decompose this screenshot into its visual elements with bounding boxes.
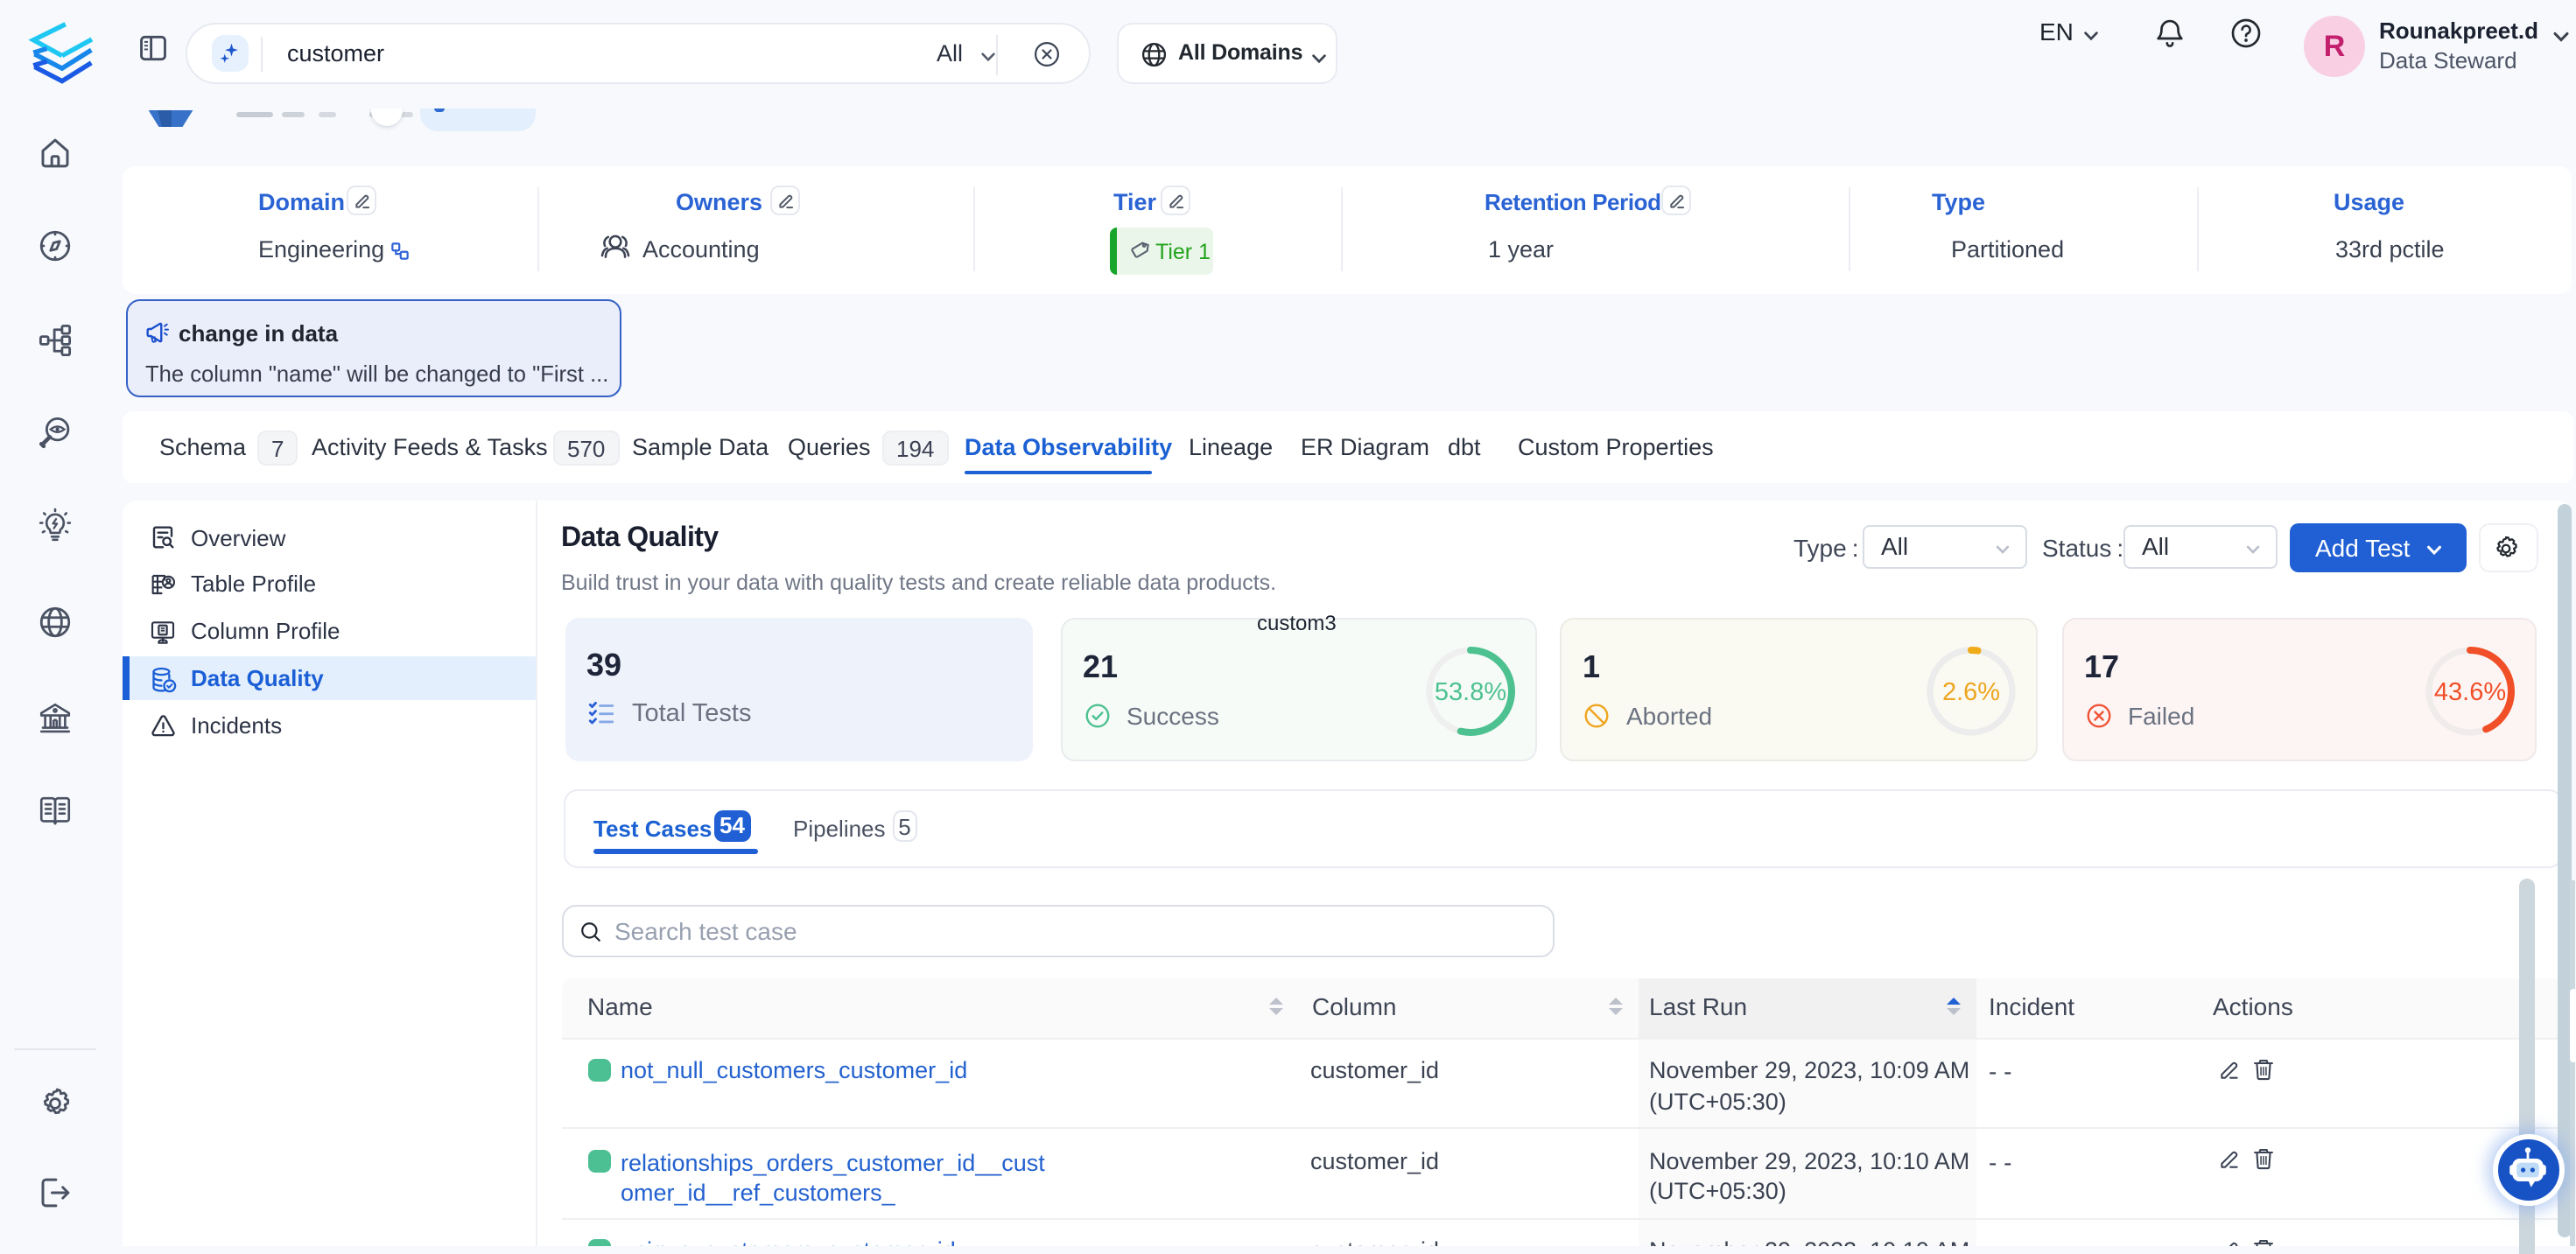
svg-text:53.8%: 53.8% <box>1434 678 1506 706</box>
svg-text:43.6%: 43.6% <box>2433 678 2505 706</box>
svg-text:2.6%: 2.6% <box>1942 678 2000 706</box>
